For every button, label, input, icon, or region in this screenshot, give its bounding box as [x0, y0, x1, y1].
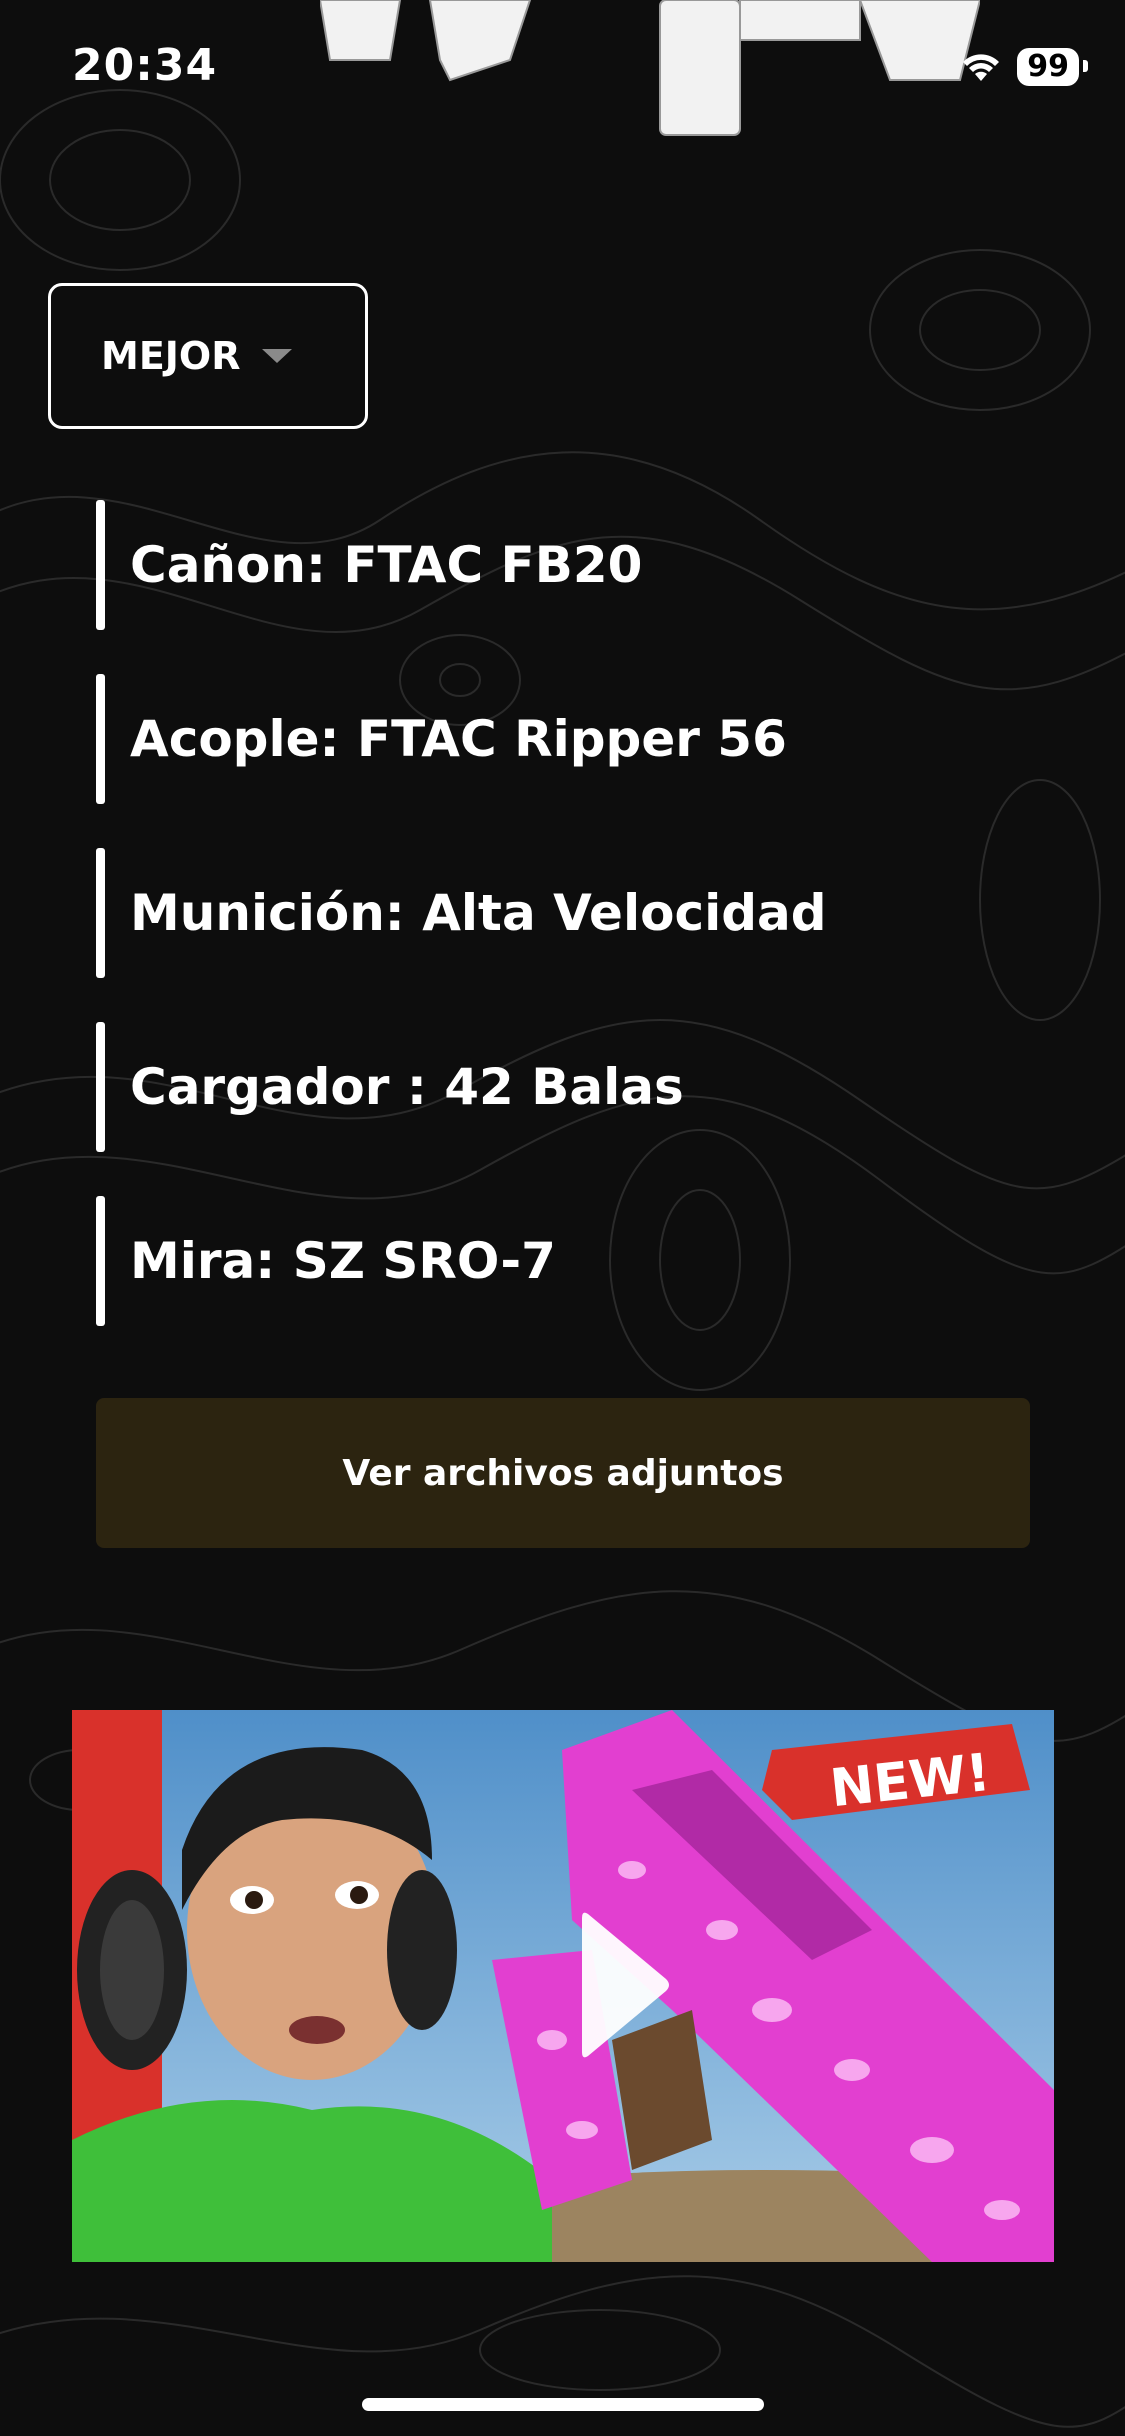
dropdown-selected-label: MEJOR: [101, 334, 241, 378]
attachment-label: Cargador : 42 Balas: [130, 1058, 684, 1116]
home-indicator[interactable]: [362, 2398, 764, 2411]
thumbnail-art: NEW!: [72, 1710, 1054, 2262]
accent-bar: [96, 1022, 105, 1152]
list-item: Cañon: FTAC FB20: [96, 500, 1046, 630]
accent-bar: [96, 1196, 105, 1326]
attachment-label: Mira: SZ SRO-7: [130, 1232, 556, 1290]
status-bar: 20:34 99: [0, 0, 1125, 140]
battery-indicator: 99: [1017, 48, 1088, 86]
list-item: Mira: SZ SRO-7: [96, 1196, 1046, 1326]
list-item: Munición: Alta Velocidad: [96, 848, 1046, 978]
attachment-label: Acople: FTAC Ripper 56: [130, 710, 787, 768]
list-item: Acople: FTAC Ripper 56: [96, 674, 1046, 804]
view-attachments-button[interactable]: Ver archivos adjuntos: [96, 1398, 1030, 1548]
accent-bar: [96, 500, 105, 630]
list-item: Cargador : 42 Balas: [96, 1022, 1046, 1152]
accent-bar: [96, 848, 105, 978]
attachment-label: Munición: Alta Velocidad: [130, 884, 827, 942]
chevron-down-icon: [262, 349, 293, 363]
video-thumbnail[interactable]: NEW!: [72, 1710, 1054, 2262]
status-icons: 99: [961, 48, 1088, 86]
wifi-icon: [963, 54, 1000, 81]
build-filter-dropdown[interactable]: MEJOR: [48, 283, 368, 429]
accent-bar: [96, 674, 105, 804]
play-icon[interactable]: [580, 1906, 672, 2064]
attachment-label: Cañon: FTAC FB20: [130, 536, 643, 594]
clock: 20:34: [72, 40, 218, 91]
attachments-list: Cañon: FTAC FB20 Acople: FTAC Ripper 56 …: [96, 500, 1046, 1370]
